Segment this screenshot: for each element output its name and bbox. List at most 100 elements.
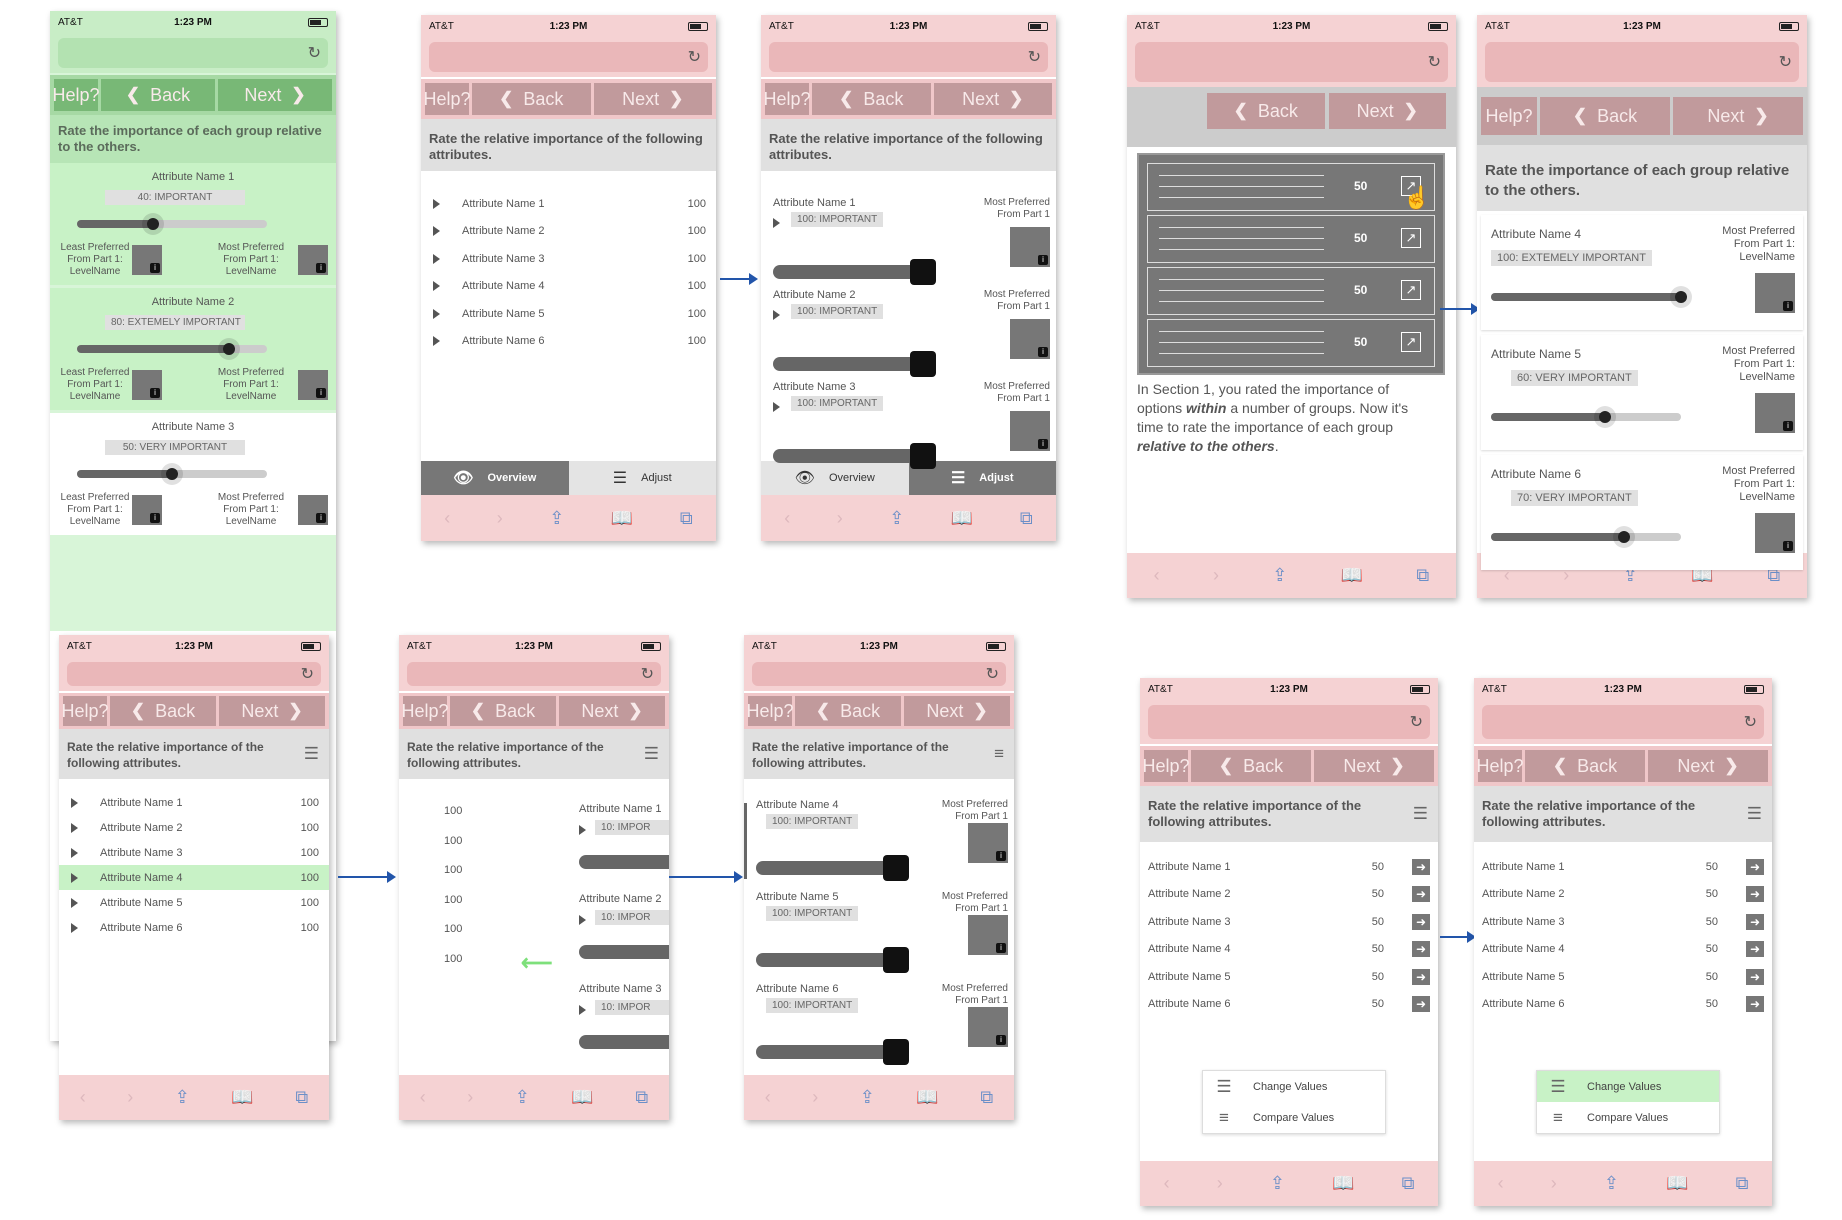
importance-slider[interactable] <box>1491 411 1681 423</box>
tabs-icon[interactable]: ⧉ <box>980 1087 993 1108</box>
importance-slider[interactable] <box>579 1035 669 1049</box>
reload-icon[interactable]: ↻ <box>688 47 701 67</box>
arrow-right-icon[interactable]: ➜ <box>1412 913 1430 930</box>
level-image[interactable]: i <box>968 915 1008 955</box>
list-item[interactable]: Attribute Name 5 50 ➜ <box>1140 963 1438 991</box>
list-item[interactable]: Attribute Name 1 100 <box>59 790 329 815</box>
info-icon[interactable]: i <box>316 513 326 523</box>
next-button[interactable]: Next ❯ <box>218 79 332 111</box>
reload-icon[interactable]: ↻ <box>1028 47 1041 67</box>
expand-arrow-icon[interactable]: ↗ <box>1401 332 1421 352</box>
list-item[interactable]: Attribute Name 4 100 <box>421 273 716 301</box>
level-badge[interactable]: 100: IMPORTANT <box>791 396 884 411</box>
bookmarks-icon[interactable]: 📖 <box>951 508 973 529</box>
next-button[interactable]: Next ❯ <box>904 696 1010 726</box>
share-icon[interactable]: ⇪ <box>889 508 904 529</box>
slider-knob[interactable] <box>1618 531 1630 543</box>
slider-knob[interactable] <box>910 259 936 285</box>
bookmarks-icon[interactable]: 📖 <box>571 1087 593 1108</box>
expand-arrow-icon[interactable]: ↗ <box>1401 228 1421 248</box>
level-badge[interactable]: 100: IMPORTANT <box>766 906 859 921</box>
next-button[interactable]: Next ❯ <box>1648 750 1768 782</box>
sliders-icon[interactable]: ☰ <box>304 745 319 762</box>
bookmarks-icon[interactable]: 📖 <box>231 1087 253 1108</box>
list-item[interactable]: Attribute Name 3 50 ➜ <box>1474 908 1772 936</box>
expand-triangle-icon[interactable] <box>433 198 440 209</box>
back-button[interactable]: ❮ Back <box>795 696 901 726</box>
next-button[interactable]: Next ❯ <box>219 696 325 726</box>
help-button[interactable]: Help? <box>1476 750 1524 782</box>
reload-icon[interactable]: ↻ <box>308 43 321 63</box>
slider-knob[interactable] <box>166 468 178 480</box>
list-item[interactable]: Attribute Name 6 100 <box>59 915 329 940</box>
level-badge[interactable]: 100: IMPORTANT <box>791 304 884 319</box>
next-button[interactable]: Next ❯ <box>933 83 1052 115</box>
level-image[interactable]: i <box>1010 319 1050 359</box>
expand-triangle-icon[interactable] <box>579 915 586 925</box>
expand-triangle-icon[interactable] <box>579 1005 586 1015</box>
importance-slider[interactable] <box>756 861 891 875</box>
tabs-icon[interactable]: ⧉ <box>295 1087 308 1108</box>
expand-triangle-icon[interactable] <box>71 847 78 858</box>
expand-triangle-icon[interactable] <box>71 897 78 908</box>
importance-slider[interactable] <box>579 855 669 869</box>
url-bar[interactable]: ↻ <box>1474 700 1772 744</box>
level-image[interactable]: i <box>132 245 162 275</box>
importance-slider[interactable] <box>756 953 891 967</box>
level-badge[interactable]: 100: IMPORTANT <box>766 998 859 1013</box>
url-bar[interactable]: ↻ <box>1477 37 1807 87</box>
help-button[interactable]: Help? <box>52 79 100 111</box>
list-item[interactable]: Attribute Name 4 100 <box>59 865 329 890</box>
help-button[interactable]: Help? <box>423 83 471 115</box>
level-image[interactable]: i <box>1755 273 1795 313</box>
arrow-right-icon[interactable]: ➜ <box>1412 996 1430 1013</box>
help-button[interactable]: Help? <box>1142 750 1190 782</box>
importance-slider[interactable] <box>1491 291 1687 303</box>
reload-icon[interactable]: ↻ <box>1744 712 1757 732</box>
level-image[interactable]: i <box>132 370 162 400</box>
share-icon[interactable]: ⇪ <box>175 1087 190 1108</box>
list-item[interactable]: Attribute Name 4 50 ➜ <box>1140 936 1438 964</box>
back-button[interactable]: ❮ Back <box>1525 750 1645 782</box>
list-item[interactable]: Attribute Name 6 50 ➜ <box>1140 991 1438 1019</box>
next-button[interactable]: Next ❯ <box>1328 93 1446 129</box>
level-badge[interactable]: 50: VERY IMPORTANT <box>105 440 245 455</box>
share-icon[interactable]: ⇪ <box>860 1087 875 1108</box>
slider-knob[interactable] <box>223 343 235 355</box>
info-icon[interactable]: i <box>996 851 1006 861</box>
list-item[interactable]: Attribute Name 5 100 <box>59 890 329 915</box>
tab-adjust[interactable]: ☰ Adjust <box>569 461 717 495</box>
level-badge[interactable]: 80: EXTEMELY IMPORTANT <box>105 315 245 330</box>
reload-icon[interactable]: ↻ <box>301 664 314 684</box>
level-image[interactable]: i <box>968 823 1008 863</box>
importance-slider[interactable] <box>756 1045 891 1059</box>
bookmarks-icon[interactable]: 📖 <box>1332 1173 1354 1194</box>
tabs-icon[interactable]: ⧉ <box>1416 565 1429 586</box>
menu-compare-values[interactable]: ≡ Compare Values <box>1537 1102 1719 1133</box>
list-item[interactable]: Attribute Name 3 100 <box>421 245 716 273</box>
info-icon[interactable]: i <box>316 263 326 273</box>
url-bar[interactable]: ↻ <box>761 37 1056 77</box>
reload-icon[interactable]: ↻ <box>986 664 999 684</box>
reload-icon[interactable]: ↻ <box>1428 52 1441 72</box>
list-item[interactable]: Attribute Name 6 50 ➜ <box>1474 991 1772 1019</box>
list-item[interactable]: Attribute Name 3 50 ➜ <box>1140 908 1438 936</box>
info-icon[interactable]: i <box>1038 255 1048 265</box>
importance-slider[interactable] <box>77 343 267 355</box>
arrow-right-icon[interactable]: ➜ <box>1746 996 1764 1013</box>
arrow-right-icon[interactable]: ➜ <box>1412 941 1430 958</box>
arrow-right-icon[interactable]: ➜ <box>1412 968 1430 985</box>
level-image[interactable]: i <box>132 495 162 525</box>
info-icon[interactable]: i <box>1783 301 1793 311</box>
expand-triangle-icon[interactable] <box>433 226 440 237</box>
level-badge[interactable]: 10: IMPOR <box>595 820 669 835</box>
level-badge[interactable]: 100: EXTEMELY IMPORTANT <box>1491 250 1652 266</box>
info-icon[interactable]: i <box>996 943 1006 953</box>
arrow-right-icon[interactable]: ➜ <box>1412 858 1430 875</box>
share-icon[interactable]: ⇪ <box>1270 1173 1285 1194</box>
importance-slider[interactable] <box>773 265 918 279</box>
help-button[interactable]: Help? <box>401 696 449 726</box>
info-icon[interactable]: i <box>1783 541 1793 551</box>
slider-knob[interactable] <box>883 1039 909 1065</box>
info-icon[interactable]: i <box>150 263 160 273</box>
